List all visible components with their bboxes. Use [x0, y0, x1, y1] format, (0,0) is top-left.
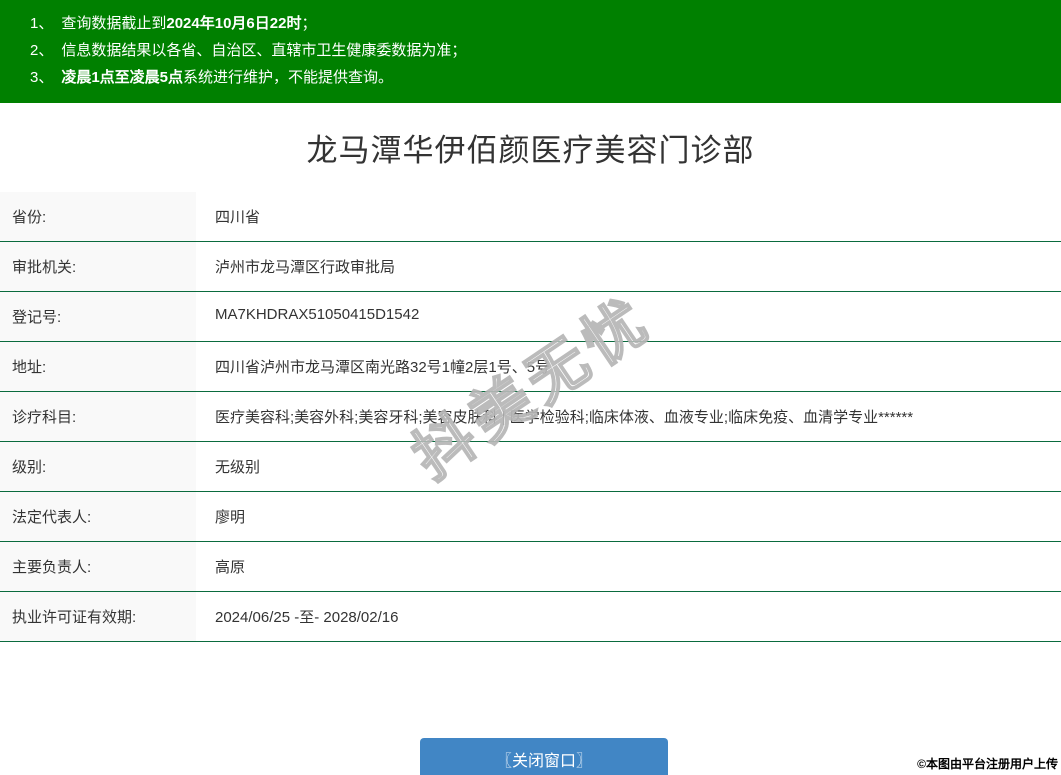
notice-item-bold-text: 2024年10月6日22时 [166, 15, 302, 32]
title-section: 龙马潭华伊佰颜医疗美容门诊部 [0, 103, 1061, 192]
row-label: 登记号: [0, 292, 196, 341]
row-value: 四川省 [215, 209, 261, 226]
notice-item-number: 2、 [30, 42, 54, 59]
row-label: 主要负责人: [0, 542, 196, 591]
row-label: 诊疗科目: [0, 392, 196, 441]
notice-item-text: 查询数据截止到 [61, 15, 167, 32]
row-label: 审批机关: [0, 242, 196, 291]
row-label: 法定代表人: [0, 492, 196, 541]
table-row-province: 省份: 四川省 [0, 192, 1061, 242]
close-window-button[interactable]: 〖关闭窗口〗 [420, 738, 668, 775]
row-value: 廖明 [215, 509, 246, 526]
notice-item: 3、 凌晨1点至凌晨5点系统进行维护，不能提供查询。 [30, 64, 1061, 91]
row-value: 医疗美容科;美容外科;美容牙科;美容皮肤科 | 医学检验科;临床体液、血液专业;… [215, 409, 914, 426]
notice-banner: 1、 查询数据截止到2024年10月6日22时； 2、 信息数据结果以各省、自治区、… [0, 0, 1061, 103]
notice-item: 2、 信息数据结果以各省、自治区、直辖市卫生健康委数据为准； [30, 37, 1061, 64]
table-row-approval-authority: 审批机关: 泸州市龙马潭区行政审批局 [0, 242, 1061, 292]
row-label: 地址: [0, 342, 196, 391]
row-value: 四川省泸州市龙马潭区南光路32号1幢2层1号、5号 [215, 359, 551, 376]
table-row-main-person-in-charge: 主要负责人: 高原 [0, 542, 1061, 592]
copyright-watermark: ©本图由平台注册用户上传 [917, 757, 1058, 771]
table-row-registration-number: 登记号: MA7KHDRAX51050415D1542 [0, 292, 1061, 342]
row-value: MA7KHDRAX51050415D1542 [215, 306, 420, 323]
row-value: 2024/06/25 -至- 2028/02/16 [215, 609, 399, 626]
table-row-license-validity: 执业许可证有效期: 2024/06/25 -至- 2028/02/16 [0, 592, 1061, 642]
notice-item-number: 3、 [30, 69, 54, 86]
row-label: 执业许可证有效期: [0, 592, 196, 641]
institution-info-table: 省份: 四川省 审批机关: 泸州市龙马潭区行政审批局 登记号: MA7KHDRA… [0, 192, 1061, 642]
table-row-legal-representative: 法定代表人: 廖明 [0, 492, 1061, 542]
row-label: 级别: [0, 442, 196, 491]
table-row-level: 级别: 无级别 [0, 442, 1061, 492]
row-value: 高原 [215, 559, 246, 576]
notice-item: 1、 查询数据截止到2024年10月6日22时； [30, 10, 1061, 37]
notice-item-text: ； [301, 15, 317, 32]
row-value: 泸州市龙马潭区行政审批局 [215, 259, 396, 276]
notice-item-text: 信息数据结果以各省、自治区、直辖市卫生健康委数据为准； [61, 42, 467, 59]
row-label: 省份: [0, 192, 196, 241]
table-row-medical-departments: 诊疗科目: 医疗美容科;美容外科;美容牙科;美容皮肤科 | 医学检验科;临床体液… [0, 392, 1061, 442]
page-title: 龙马潭华伊佰颜医疗美容门诊部 [306, 133, 755, 168]
query-result-page: 1、 查询数据截止到2024年10月6日22时； 2、 信息数据结果以各省、自治区、… [0, 0, 1061, 775]
row-value: 无级别 [215, 459, 261, 476]
notice-item-number: 1、 [30, 15, 54, 32]
notice-item-text: 系统进行维护，不能提供查询。 [183, 69, 394, 86]
table-row-address: 地址: 四川省泸州市龙马潭区南光路32号1幢2层1号、5号 [0, 342, 1061, 392]
notice-item-bold-text: 凌晨1点至凌晨5点 [61, 69, 184, 86]
